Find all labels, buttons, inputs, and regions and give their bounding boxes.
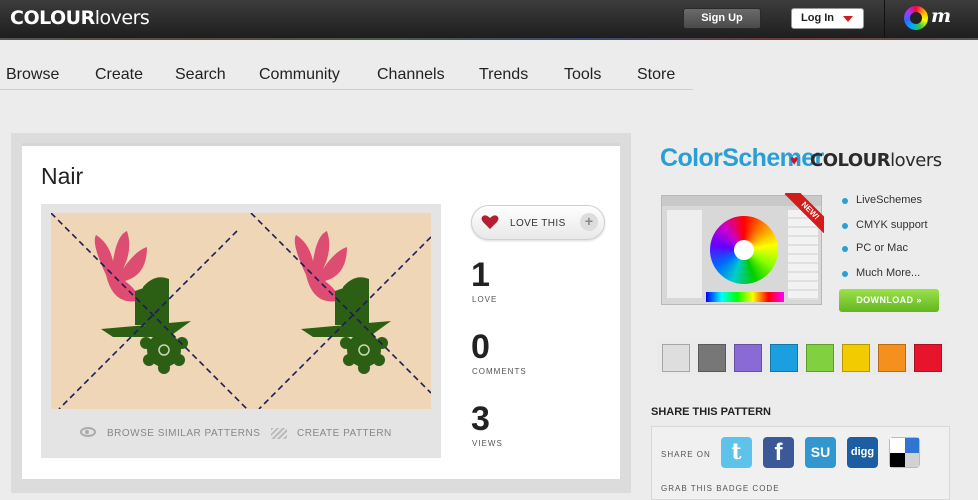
delicious-icon[interactable] bbox=[889, 437, 920, 468]
delicious-quad bbox=[904, 438, 919, 453]
nav-search[interactable]: Search bbox=[175, 66, 226, 84]
color-swatch[interactable] bbox=[698, 344, 726, 372]
create-pattern-link[interactable]: CREATE PATTERN bbox=[297, 428, 392, 439]
pattern-artwork bbox=[51, 213, 431, 409]
screenshot-gradient bbox=[706, 292, 784, 302]
bullet-icon bbox=[842, 246, 848, 252]
love-label: LOVE bbox=[472, 295, 498, 304]
grab-badge-code-label[interactable]: GRAB THIS BADGE CODE bbox=[661, 484, 780, 493]
color-stripe bbox=[0, 38, 978, 40]
browse-similar-link[interactable]: BROWSE SIMILAR PATTERNS bbox=[107, 428, 260, 439]
share-heading: SHARE THIS PATTERN bbox=[651, 406, 771, 418]
sign-up-button[interactable]: Sign Up bbox=[683, 8, 761, 29]
pattern-preview[interactable] bbox=[51, 213, 431, 409]
comments-count: 0 bbox=[471, 328, 490, 366]
log-in-button[interactable]: Log In bbox=[791, 8, 864, 29]
pattern-tile-2 bbox=[294, 231, 391, 374]
feature-item: Much More... bbox=[842, 267, 920, 279]
eye-icon bbox=[80, 427, 96, 437]
color-wheel-icon bbox=[710, 216, 778, 284]
comments-label: COMMENTS bbox=[472, 367, 527, 376]
twitter-icon[interactable]: t bbox=[721, 437, 752, 468]
bullet-icon bbox=[842, 271, 848, 277]
delicious-quad bbox=[890, 438, 905, 453]
views-count: 3 bbox=[471, 400, 490, 438]
share-on-label: SHARE ON bbox=[661, 450, 711, 459]
nav-create[interactable]: Create bbox=[95, 66, 143, 84]
dropdown-caret-icon bbox=[843, 16, 853, 22]
download-button[interactable]: DOWNLOAD » bbox=[839, 289, 939, 312]
color-swatch[interactable] bbox=[662, 344, 690, 372]
add-icon[interactable]: + bbox=[580, 213, 598, 231]
nav-channels[interactable]: Channels bbox=[377, 66, 445, 84]
digg-icon[interactable]: digg bbox=[847, 437, 878, 468]
color-swatch[interactable] bbox=[914, 344, 942, 372]
nav-store[interactable]: Store bbox=[637, 66, 675, 84]
screenshot-sidebar bbox=[667, 210, 702, 298]
brand-m-mark[interactable]: m bbox=[931, 5, 951, 27]
love-count: 1 bbox=[471, 256, 490, 294]
bullet-icon bbox=[842, 198, 848, 204]
site-logo[interactable]: COLOURlovers bbox=[10, 7, 150, 29]
views-label: VIEWS bbox=[472, 439, 503, 448]
color-swatch[interactable] bbox=[734, 344, 762, 372]
main-nav: Browse Create Search Community Channels … bbox=[0, 66, 693, 90]
nav-browse[interactable]: Browse bbox=[6, 66, 59, 84]
color-swatch[interactable] bbox=[878, 344, 906, 372]
color-swatch[interactable] bbox=[806, 344, 834, 372]
facebook-icon[interactable]: f bbox=[763, 437, 794, 468]
feature-item: CMYK support bbox=[842, 219, 928, 231]
nav-tools[interactable]: Tools bbox=[564, 66, 601, 84]
love-this-label: LOVE THIS bbox=[510, 218, 566, 229]
color-wheel-logo-icon[interactable] bbox=[904, 6, 928, 30]
page-title: Nair bbox=[41, 163, 84, 189]
color-swatch[interactable] bbox=[770, 344, 798, 372]
delicious-quad bbox=[890, 452, 905, 467]
feature-item: LiveSchemes bbox=[842, 194, 922, 206]
colourlovers-logo[interactable]: COLOURlovers bbox=[810, 150, 942, 171]
log-in-label: Log In bbox=[801, 12, 834, 24]
nav-trends[interactable]: Trends bbox=[479, 66, 528, 84]
colorschemer-title[interactable]: ColorSchemer bbox=[660, 144, 824, 173]
heart-icon bbox=[481, 215, 499, 229]
pattern-icon bbox=[271, 428, 287, 439]
heart-icon: ♥ bbox=[790, 152, 799, 168]
pattern-tile-1 bbox=[94, 231, 191, 374]
feature-item: PC or Mac bbox=[842, 242, 908, 254]
header-divider bbox=[884, 0, 885, 38]
delicious-quad bbox=[904, 452, 919, 467]
color-swatch[interactable] bbox=[842, 344, 870, 372]
nav-community[interactable]: Community bbox=[259, 66, 340, 84]
new-ribbon: NEW! bbox=[784, 193, 824, 233]
stumbleupon-icon[interactable]: SU bbox=[805, 437, 836, 468]
pattern-dashed-lines bbox=[51, 213, 431, 409]
bullet-icon bbox=[842, 223, 848, 229]
